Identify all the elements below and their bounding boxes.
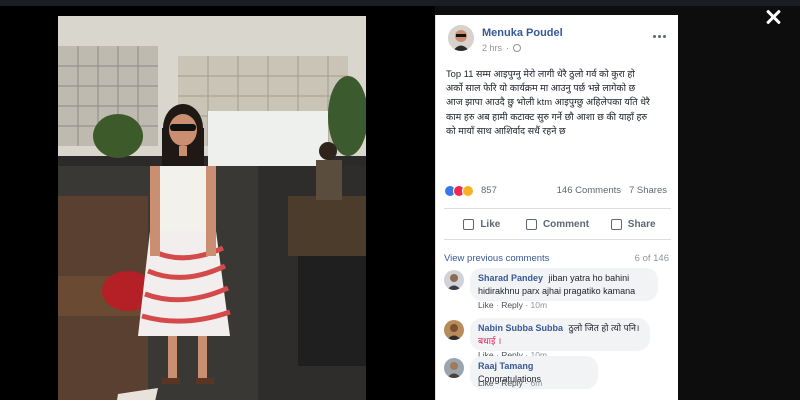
post-text: Top 11 सम्म आइपुग्नु मेरो लागी धेरै ठुलो… [446,67,674,138]
close-icon[interactable] [762,6,784,28]
comment-text: hidirakhnu parx ajhai pragatiko kamana [478,285,636,296]
comment-text: बधाई । [478,335,502,346]
comment-text: jiban yatra ho bahini [548,273,630,283]
share-label: Share [627,218,656,230]
commenter-avatar[interactable] [444,320,464,340]
comment-time[interactable]: 6m [531,378,543,388]
author-name[interactable]: Menuka Poudel [482,27,563,39]
comment-bubble: Nabin Subba Subba ठुलो जित हो त्यो पनि। … [470,318,650,351]
globe-icon [513,44,522,52]
comment-actions: Like · Reply · 10m [478,300,548,310]
post-meta: 2 hrs · [482,43,522,53]
comment-actions: Like · Reply · 6m [478,378,543,388]
avatar-image [448,25,474,51]
more-options-icon[interactable] [650,31,668,41]
commenter-avatar[interactable] [444,270,464,290]
post-text-line: को मायाँ साथ आशिर्वाद सधैं रहने छ [446,124,566,136]
post-action-bar: Like Comment Share [444,208,671,240]
comment-reply-link[interactable]: Reply [501,378,523,388]
post-text-line: आज झापा आउदै छु भोली ktm आइपुग्छु अहिलेप… [446,96,650,108]
comment-time[interactable]: 10m [531,300,548,310]
commenter-name[interactable]: Raaj Tamang [478,361,533,371]
post-header: Menuka Poudel 2 hrs · [448,25,668,61]
comment-like-link[interactable]: Like [478,300,494,310]
comment-text: ठुलो जित हो त्यो पनि। [568,323,640,333]
share-icon [610,218,622,230]
comment-label: Comment [542,218,590,230]
comment-icon [525,218,537,230]
post-sidebar: Menuka Poudel 2 hrs · Top 11 सम्म आइपुग्… [435,15,678,400]
comments-counter: 6 of 146 [634,253,669,264]
commenter-name[interactable]: Sharad Pandey [478,273,543,283]
comment-button[interactable]: Comment [520,209,596,239]
comment-reply-link[interactable]: Reply [501,300,523,310]
post-text-line: Top 11 सम्म आइपुग्नु मेरो लागी धेरै ठुलो… [446,68,635,79]
reactions-count[interactable]: 857 [481,185,497,196]
comment-bubble: Sharad Pandey jiban yatra ho bahini hidi… [470,268,658,301]
post-text-line: अर्को साल फेरि यो कार्यक्रम मा आउनु पर्छ… [446,82,636,94]
comments-count[interactable]: 146 Comments [557,185,621,196]
commenter-name[interactable]: Nabin Subba Subba [478,323,563,333]
share-button[interactable]: Share [595,209,671,239]
thumbs-up-icon [463,218,475,230]
view-previous-comments-link[interactable]: View previous comments [444,253,549,264]
post-photo[interactable] [58,16,366,400]
commenter-avatar[interactable] [444,358,464,378]
post-time[interactable]: 2 hrs [482,43,502,53]
like-button[interactable]: Like [444,209,520,239]
post-text-line: काम हरु अब हामी कटाक्ट सुरु गर्ने छौ आशा… [446,110,648,122]
comment-like-link[interactable]: Like [478,378,494,388]
wow-reaction-icon[interactable] [462,185,474,197]
shares-count[interactable]: 7 Shares [629,185,667,196]
photo-stage [0,6,435,400]
author-avatar[interactable] [448,25,474,51]
like-label: Like [480,218,501,230]
engagement-stats: 146 Comments 7 Shares [557,185,667,196]
photo-illustration [58,16,366,400]
reactions-bar: 857 146 Comments 7 Shares [444,183,671,199]
